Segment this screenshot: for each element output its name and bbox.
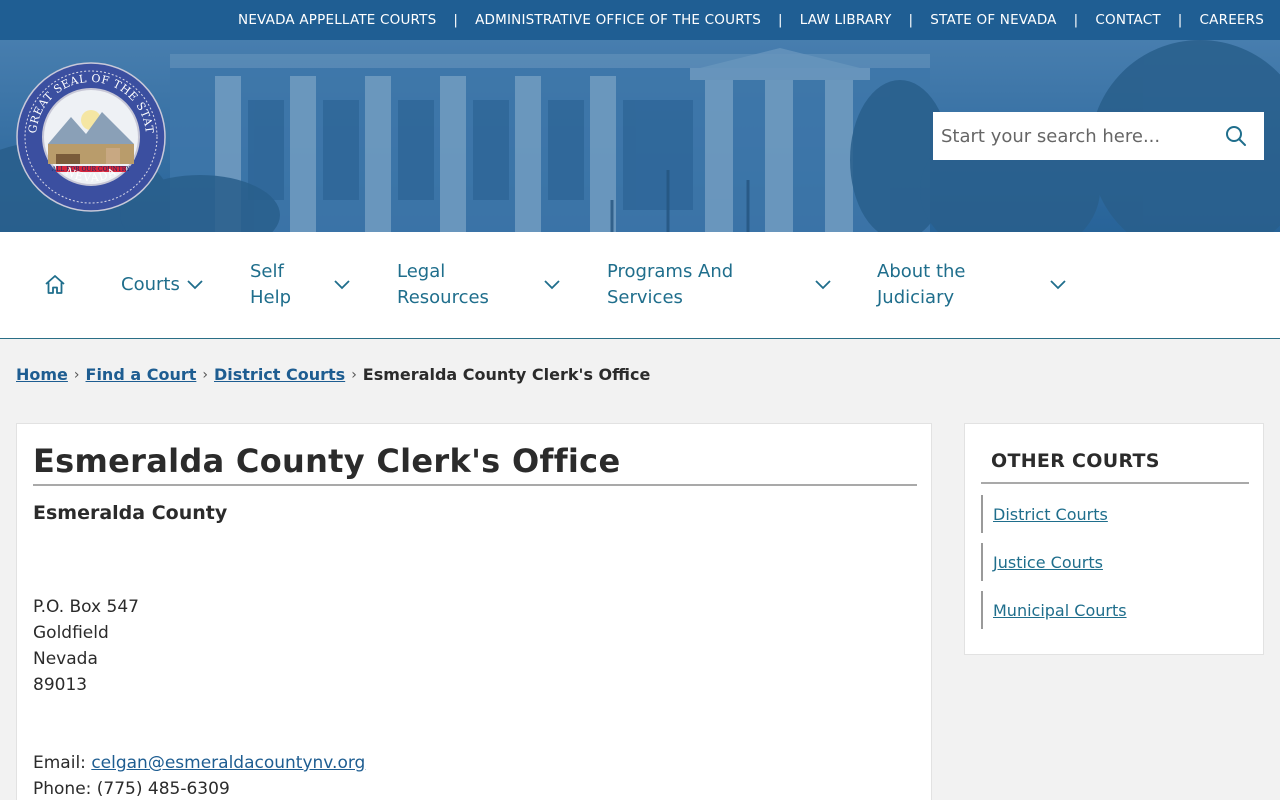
chevron-down-icon	[544, 280, 560, 290]
county-name: Esmeralda County	[33, 502, 228, 524]
phone-row: Phone: (775) 485-6309	[33, 776, 365, 800]
utility-link-law-library[interactable]: LAW LIBRARY	[800, 12, 892, 28]
utility-link-state-of-nevada[interactable]: STATE OF NEVADA	[930, 12, 1056, 28]
phone-number: (775) 485-6309	[96, 779, 230, 799]
breadcrumb-link-home[interactable]: Home	[16, 365, 68, 384]
site-search	[933, 112, 1264, 160]
breadcrumb-link-find-a-court[interactable]: Find a Court	[86, 365, 197, 384]
nav-item-programs-and-services[interactable]: Programs And Services	[607, 259, 833, 311]
address-state: Nevada	[33, 649, 98, 669]
breadcrumb-link-district-courts[interactable]: District Courts	[214, 365, 345, 384]
address-zip: 89013	[33, 675, 88, 695]
utility-bar: NEVADA APPELLATE COURTS | ADMINISTRATIVE…	[0, 0, 1280, 40]
nav-item-label: Programs And	[607, 261, 734, 282]
nav-item-label: Resources	[397, 287, 489, 308]
nav-item-label: Judiciary	[877, 287, 955, 308]
utility-separator: |	[1177, 12, 1183, 28]
nav-item-legal-resources[interactable]: Legal Resources	[397, 259, 563, 311]
sidebar-item-justice-courts: Justice Courts	[981, 543, 1249, 581]
search-input[interactable]	[933, 125, 1213, 147]
chevron-down-icon	[187, 280, 203, 290]
main-navigation: Courts Self Help Legal Resources Program…	[0, 232, 1280, 339]
email-label: Email:	[33, 753, 86, 773]
court-detail-card: Esmeralda County Clerk's Office Esmerald…	[16, 423, 932, 800]
sidebar-link-municipal-courts[interactable]: Municipal Courts	[993, 601, 1127, 620]
chevron-right-icon: ›	[73, 366, 80, 383]
home-icon[interactable]	[43, 273, 67, 297]
breadcrumb: Home › Find a Court › District Courts › …	[16, 365, 650, 384]
nav-item-label: Services	[607, 287, 683, 308]
utility-separator: |	[453, 12, 459, 28]
chevron-down-icon	[334, 280, 350, 290]
sidebar-link-justice-courts[interactable]: Justice Courts	[993, 553, 1103, 572]
utility-link-admin-office[interactable]: ADMINISTRATIVE OFFICE OF THE COURTS	[475, 12, 761, 28]
chevron-right-icon: ›	[351, 366, 357, 383]
nav-item-label: About the	[877, 261, 966, 282]
nav-item-label: Legal	[397, 261, 446, 282]
utility-link-appellate-courts[interactable]: NEVADA APPELLATE COURTS	[238, 12, 436, 28]
address-line: P.O. Box 547	[33, 597, 139, 617]
hero-banner: ALL FOR OUR COUNTRY THE GREAT SEAL OF TH…	[0, 40, 1280, 232]
utility-link-contact[interactable]: CONTACT	[1095, 12, 1160, 28]
nevada-state-seal-logo[interactable]: ALL FOR OUR COUNTRY THE GREAT SEAL OF TH…	[16, 62, 166, 212]
chevron-right-icon: ›	[202, 366, 208, 383]
search-icon[interactable]	[1224, 124, 1248, 148]
chevron-down-icon	[815, 280, 831, 290]
utility-link-careers[interactable]: CAREERS	[1200, 12, 1264, 28]
other-courts-sidebar: OTHER COURTS District Courts Justice Cou…	[964, 423, 1264, 655]
chevron-down-icon	[1050, 280, 1066, 290]
mailing-address: P.O. Box 547 Goldfield Nevada 89013	[33, 594, 139, 698]
sidebar-item-municipal-courts: Municipal Courts	[981, 591, 1249, 629]
utility-links: NEVADA APPELLATE COURTS | ADMINISTRATIVE…	[238, 0, 1264, 40]
email-row: Email: celgan@esmeraldacountynv.org	[33, 750, 365, 776]
address-city: Goldfield	[33, 623, 109, 643]
breadcrumb-current: Esmeralda County Clerk's Office	[362, 365, 651, 384]
utility-separator: |	[778, 12, 783, 28]
nav-item-courts[interactable]: Courts	[121, 272, 207, 298]
page-title: Esmeralda County Clerk's Office	[33, 442, 917, 486]
nav-item-about-the-judiciary[interactable]: About the Judiciary	[877, 259, 1069, 311]
contact-info: Email: celgan@esmeraldacountynv.org Phon…	[33, 750, 365, 800]
sidebar-title: OTHER COURTS	[981, 450, 1249, 484]
utility-separator: |	[1073, 12, 1079, 28]
utility-separator: |	[908, 12, 914, 28]
nav-item-label: Courts	[121, 274, 180, 295]
email-link[interactable]: celgan@esmeraldacountynv.org	[91, 753, 365, 773]
sidebar-item-district-courts: District Courts	[981, 495, 1249, 533]
sidebar-link-district-courts[interactable]: District Courts	[993, 505, 1108, 524]
nav-item-self-help[interactable]: Self Help	[250, 259, 352, 311]
phone-label: Phone:	[33, 779, 92, 799]
